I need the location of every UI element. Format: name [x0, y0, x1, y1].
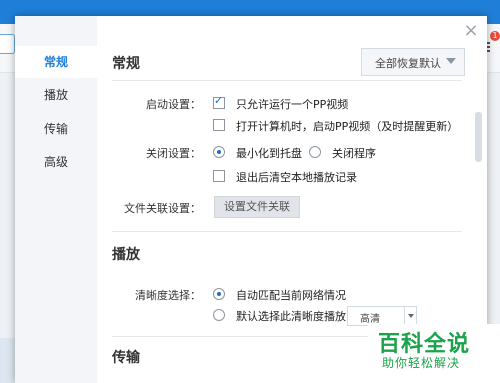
autostart-label: 打开计算机时，启动PP视频（及时提醒更新）: [236, 120, 459, 133]
file-association-label: 文件关联设置：: [124, 202, 201, 215]
divider: [112, 80, 462, 81]
sidebar-item-transfer[interactable]: 传输: [15, 113, 97, 145]
restore-defaults-label: 全部恢复默认: [375, 57, 441, 70]
minimize-to-tray-label: 最小化到托盘: [236, 147, 302, 160]
clarity-label: 清晰度选择：: [135, 289, 201, 302]
background-search-box: [0, 34, 15, 54]
watermark: 百科全说 助你轻松解决: [368, 324, 500, 383]
auto-clarity-radio[interactable]: [213, 288, 225, 300]
close-icon[interactable]: ×: [462, 22, 480, 40]
chevron-down-icon: [446, 58, 456, 64]
autostart-checkbox[interactable]: [213, 119, 225, 131]
startup-settings-label: 启动设置：: [146, 98, 201, 111]
minimize-to-tray-radio[interactable]: [213, 146, 225, 158]
divider: [112, 231, 462, 232]
auto-clarity-label: 自动匹配当前网络情况: [236, 289, 346, 302]
scrollbar-thumb[interactable]: [475, 112, 482, 162]
clarity-select-value: 高清: [360, 314, 380, 325]
clarity-select[interactable]: 高清: [347, 306, 417, 326]
clear-records-checkbox[interactable]: [213, 170, 225, 182]
notification-badge: 1: [490, 31, 500, 41]
exit-program-radio[interactable]: [309, 146, 321, 158]
single-instance-checkbox[interactable]: [213, 94, 225, 109]
restore-defaults-button[interactable]: 全部恢复默认: [361, 48, 465, 76]
section-title-general: 常规: [112, 56, 140, 72]
exit-program-label: 关闭程序: [332, 147, 376, 160]
sidebar-item-general[interactable]: 常规: [15, 46, 97, 78]
close-settings-label: 关闭设置：: [146, 147, 201, 160]
clear-records-label: 退出后清空本地播放记录: [236, 171, 357, 184]
set-file-association-button[interactable]: 设置文件关联: [214, 196, 300, 218]
fixed-clarity-radio[interactable]: [213, 309, 225, 321]
chevron-down-icon: [404, 307, 417, 325]
fixed-clarity-label: 默认选择此清晰度播放：: [236, 310, 357, 323]
section-title-playback: 播放: [112, 247, 140, 263]
watermark-subtitle: 助你轻松解决: [382, 356, 461, 370]
single-instance-label: 只允许运行一个PP视频: [236, 98, 349, 111]
section-title-transfer: 传输: [112, 350, 140, 366]
